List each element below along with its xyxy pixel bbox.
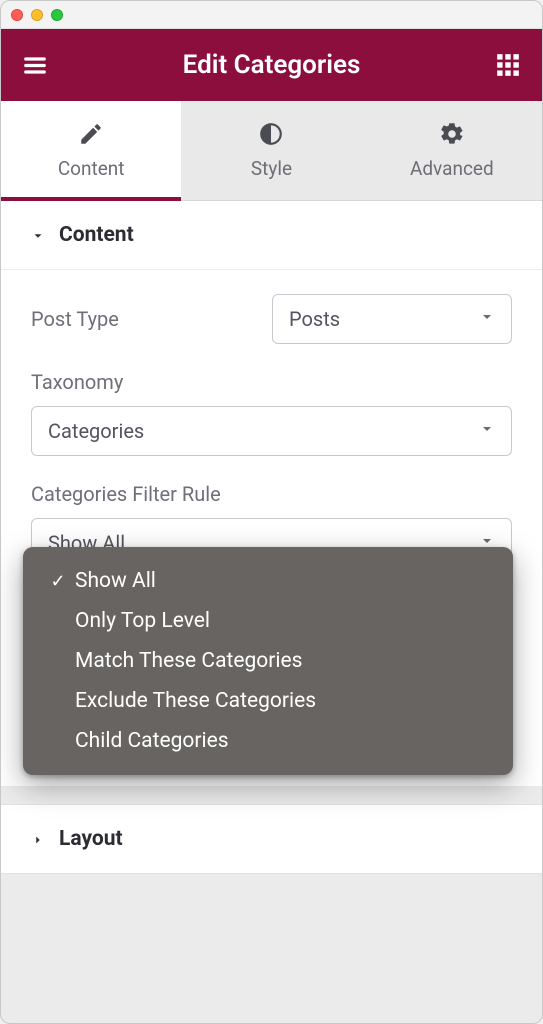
- dropdown-option-child-categories[interactable]: Child Categories: [33, 721, 503, 761]
- taxonomy-select[interactable]: Categories: [31, 406, 512, 456]
- window-zoom-icon[interactable]: [51, 9, 63, 21]
- caret-right-icon: [31, 832, 45, 846]
- window-minimize-icon[interactable]: [31, 9, 43, 21]
- contrast-icon: [258, 121, 284, 147]
- apps-button[interactable]: [494, 51, 522, 79]
- section-layout: Layout: [1, 804, 542, 874]
- dropdown-option-label: Match These Categories: [75, 649, 302, 673]
- taxonomy-value: Categories: [48, 419, 144, 443]
- grid-icon: [495, 52, 521, 78]
- chevron-down-icon: [479, 309, 495, 329]
- panel-header: Edit Categories: [1, 29, 542, 101]
- taxonomy-label: Taxonomy: [31, 370, 512, 394]
- check-icon: [47, 571, 69, 592]
- filter-rule-dropdown[interactable]: Show All Only Top Level Match These Cate…: [23, 547, 513, 775]
- dropdown-option-label: Exclude These Categories: [75, 689, 316, 713]
- tab-style[interactable]: Style: [181, 101, 361, 200]
- field-post-type: Post Type Posts: [31, 294, 512, 344]
- gear-icon: [439, 121, 465, 147]
- window-close-icon[interactable]: [11, 9, 23, 21]
- menu-button[interactable]: [21, 51, 49, 79]
- editor-tabs: Content Style Advanced: [1, 101, 542, 201]
- dropdown-option-only-top-level[interactable]: Only Top Level: [33, 601, 503, 641]
- tab-content-label: Content: [58, 157, 125, 180]
- panel-title: Edit Categories: [49, 50, 494, 80]
- section-layout-header[interactable]: Layout: [1, 805, 542, 873]
- caret-down-icon: [31, 228, 45, 242]
- dropdown-option-label: Show All: [75, 569, 156, 593]
- section-layout-title: Layout: [59, 827, 123, 851]
- chevron-down-icon: [479, 421, 495, 441]
- post-type-value: Posts: [289, 307, 340, 331]
- section-content-header[interactable]: Content: [1, 201, 542, 270]
- pencil-icon: [78, 121, 104, 147]
- post-type-label: Post Type: [31, 307, 252, 331]
- tab-advanced[interactable]: Advanced: [362, 101, 542, 200]
- post-type-select[interactable]: Posts: [272, 294, 512, 344]
- editor-window: Edit Categories Content Style Advanced: [0, 0, 543, 1024]
- dropdown-option-label: Only Top Level: [75, 609, 210, 633]
- tab-advanced-label: Advanced: [410, 157, 494, 180]
- hamburger-icon: [22, 52, 48, 78]
- filter-rule-label: Categories Filter Rule: [31, 482, 512, 506]
- dropdown-option-show-all[interactable]: Show All: [33, 561, 503, 601]
- dropdown-option-label: Child Categories: [75, 729, 229, 753]
- dropdown-option-match-these[interactable]: Match These Categories: [33, 641, 503, 681]
- field-taxonomy: Taxonomy Categories: [31, 370, 512, 456]
- dropdown-option-exclude-these[interactable]: Exclude These Categories: [33, 681, 503, 721]
- section-content-title: Content: [59, 223, 134, 247]
- window-titlebar: [1, 1, 542, 29]
- tab-style-label: Style: [251, 157, 292, 180]
- tab-content[interactable]: Content: [1, 101, 181, 200]
